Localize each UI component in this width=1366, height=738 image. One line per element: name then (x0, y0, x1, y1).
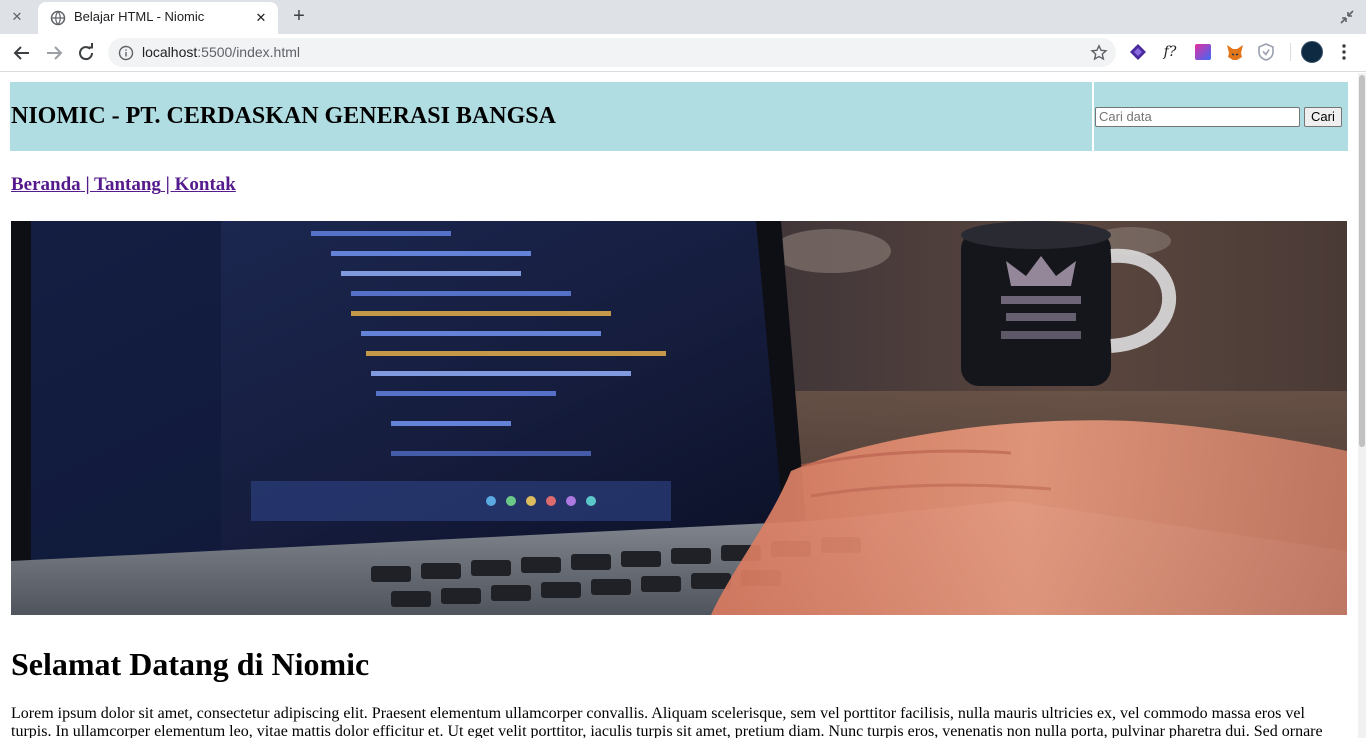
hero-image (11, 221, 1347, 615)
nav-link-tantang[interactable]: Tantang | (94, 174, 175, 195)
browser-tab-strip: ✕ Belajar HTML - Niomic ✕ + (0, 0, 1366, 34)
fox-icon[interactable] (1225, 42, 1245, 62)
forward-arrow-icon[interactable] (42, 41, 66, 65)
stack-icon[interactable] (1128, 42, 1148, 62)
inactive-tab-close-icon[interactable]: ✕ (8, 8, 26, 26)
back-arrow-icon[interactable] (10, 41, 34, 65)
search-input[interactable] (1095, 106, 1300, 127)
browser-toolbar: localhost:5500/index.html f? (0, 34, 1366, 72)
header-search-cell: Cari (1094, 82, 1348, 151)
header-title-cell: NIOMIC - PT. CERDASKAN GENERASI BANGSA (10, 82, 1092, 151)
window-restore-icon[interactable] (1338, 8, 1356, 26)
toolbar-separator (1290, 43, 1291, 61)
gradient-square-icon[interactable] (1193, 42, 1213, 62)
nav-link-kontak-label: Kontak (174, 174, 236, 195)
main-navigation: Beranda | Tantang | Kontak (11, 174, 236, 196)
url-host: localhost (142, 44, 198, 60)
header-table: NIOMIC - PT. CERDASKAN GENERASI BANGSA C… (10, 82, 1348, 151)
function-icon[interactable]: f? (1160, 42, 1180, 62)
scrollbar-thumb[interactable] (1359, 75, 1365, 447)
url-path: :5500/index.html (197, 44, 300, 60)
nav-separator: | (160, 174, 175, 195)
welcome-heading: Selamat Datang di Niomic (11, 646, 370, 682)
intro-paragraph: Lorem ipsum dolor sit amet, consectetur … (11, 705, 1323, 738)
kebab-menu-icon[interactable] (1336, 42, 1352, 62)
page-viewport: NIOMIC - PT. CERDASKAN GENERASI BANGSA C… (0, 73, 1358, 738)
shield-icon[interactable] (1256, 42, 1276, 62)
address-bar[interactable]: localhost:5500/index.html (108, 38, 1116, 67)
tab-close-icon[interactable]: ✕ (252, 9, 270, 27)
bookmark-star-icon[interactable] (1090, 44, 1108, 62)
globe-icon (50, 10, 66, 26)
nav-link-kontak[interactable]: Kontak (175, 174, 236, 195)
url-text[interactable]: localhost:5500/index.html (142, 38, 300, 67)
nav-link-beranda[interactable]: Beranda | (11, 174, 94, 195)
nav-separator: | (80, 174, 95, 195)
info-icon[interactable] (118, 45, 134, 61)
page-scrollbar[interactable] (1358, 73, 1366, 738)
tab-title: Belajar HTML - Niomic (74, 9, 205, 24)
active-tab[interactable]: Belajar HTML - Niomic ✕ (38, 2, 278, 34)
site-title: NIOMIC - PT. CERDASKAN GENERASI BANGSA (11, 103, 556, 129)
reload-icon[interactable] (74, 41, 98, 65)
nav-link-tantang-label: Tantang (94, 174, 161, 195)
nav-link-beranda-label: Beranda (11, 174, 81, 195)
profile-avatar[interactable] (1301, 41, 1323, 63)
new-tab-button[interactable]: + (288, 6, 310, 28)
search-button[interactable]: Cari (1304, 106, 1342, 127)
